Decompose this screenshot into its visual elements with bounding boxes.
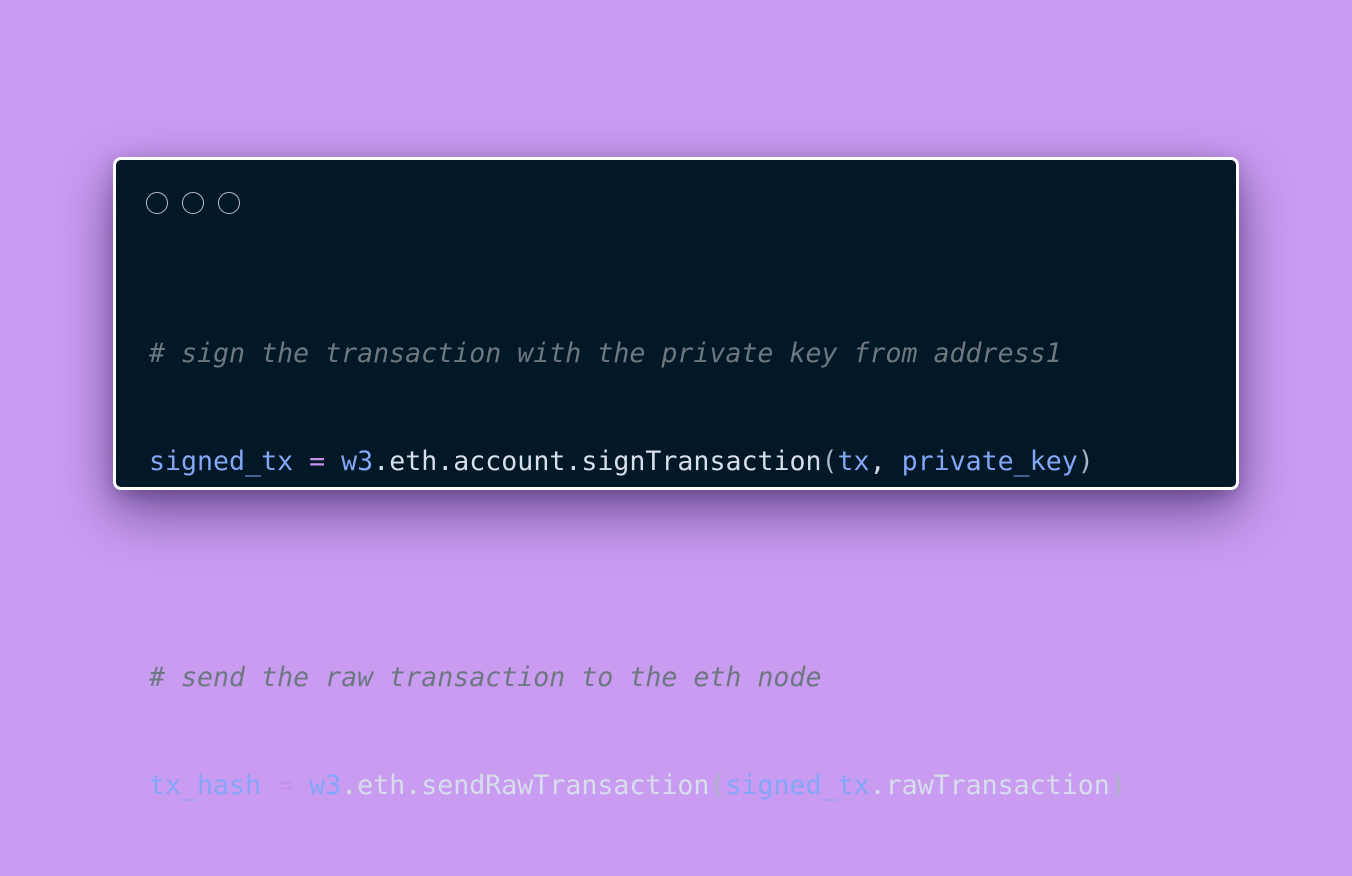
token-arg: private_key (901, 446, 1078, 477)
token-attr: account (453, 446, 566, 477)
token-op: = (309, 446, 326, 477)
token-attr: rawTransaction (885, 770, 1110, 801)
token-arg: tx (837, 446, 870, 477)
token-op: = (277, 770, 294, 801)
token-paren: ) (1109, 770, 1126, 801)
token-method: sendRawTransaction (421, 770, 710, 801)
token-arg: signed_tx (725, 770, 870, 801)
token-paren: ( (821, 446, 838, 477)
comment-send: # send the raw transaction to the eth no… (149, 662, 822, 693)
window-controls (146, 192, 240, 218)
minimize-dot-icon[interactable] (182, 192, 204, 214)
token-dot: . (565, 446, 582, 477)
token-paren: ) (1077, 446, 1094, 477)
token-comma: , (869, 446, 886, 477)
token-attr: eth (357, 770, 406, 801)
token-paren: ( (709, 770, 726, 801)
token-dot: . (341, 770, 358, 801)
token-var: tx_hash (149, 770, 262, 801)
token-dot: . (405, 770, 422, 801)
maximize-dot-icon[interactable] (218, 192, 240, 214)
code-line-4: # send the raw transaction to the eth no… (149, 660, 1126, 696)
token-obj: w3 (341, 446, 374, 477)
close-dot-icon[interactable] (146, 192, 168, 214)
token-obj: w3 (309, 770, 342, 801)
token-attr: eth (389, 446, 438, 477)
token-dot: . (373, 446, 390, 477)
token-var: signed_tx (149, 446, 294, 477)
token-dot: . (869, 770, 886, 801)
code-line-5: tx_hash = w3.eth.sendRawTransaction(sign… (149, 768, 1126, 804)
code-line-2: signed_tx = w3.eth.account.signTransacti… (149, 444, 1126, 480)
code-block: # sign the transaction with the private … (149, 264, 1126, 876)
token-method: signTransaction (581, 446, 822, 477)
code-line-1: # sign the transaction with the private … (149, 336, 1126, 372)
token-dot: . (437, 446, 454, 477)
code-window: # sign the transaction with the private … (113, 157, 1239, 801)
comment-sign: # sign the transaction with the private … (149, 338, 1062, 369)
